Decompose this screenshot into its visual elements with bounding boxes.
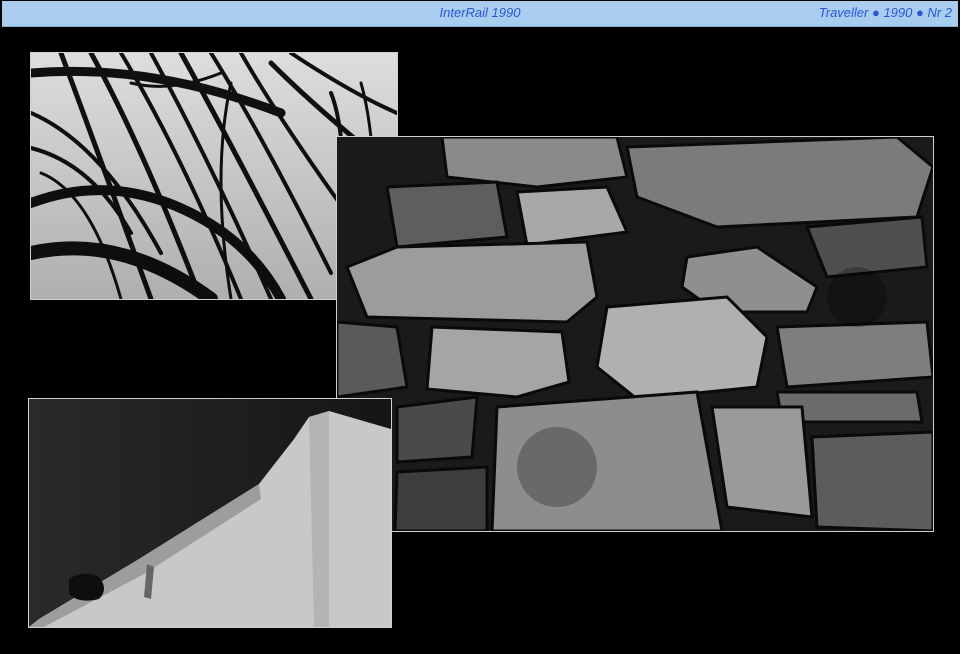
whitewashed-wall-photo: [28, 398, 392, 628]
header-title: InterRail 1990: [439, 5, 521, 20]
header-issue: Traveller ● 1990 ● Nr 2: [818, 5, 952, 20]
document-page: InterRail 1990 Traveller ● 1990 ● Nr 2: [0, 0, 960, 654]
stone-wall-photo: [336, 136, 934, 532]
